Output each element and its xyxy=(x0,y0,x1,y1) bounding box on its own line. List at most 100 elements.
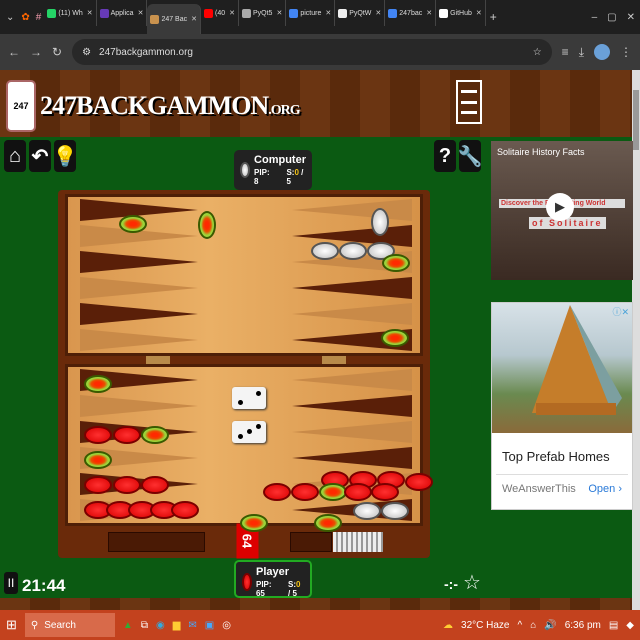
board-point[interactable] xyxy=(292,199,412,221)
ad-choices-icon[interactable]: ⓘ✕ xyxy=(612,305,629,318)
display-ad[interactable]: ⓘ✕ Top Prefab Homes WeAnswerThis Open › xyxy=(491,302,633,510)
white-checker[interactable] xyxy=(353,502,381,520)
mail-icon[interactable]: ✉ xyxy=(188,620,196,631)
close-tab-icon[interactable]: ✕ xyxy=(476,9,482,17)
profile-avatar[interactable] xyxy=(594,44,610,60)
close-tab-icon[interactable]: ✕ xyxy=(87,9,93,17)
browser-tab[interactable]: PyQt5 ✕ xyxy=(239,0,287,26)
browser-menu-icon[interactable]: ⋮ xyxy=(620,45,632,59)
board-point[interactable] xyxy=(292,369,412,391)
red-checker[interactable] xyxy=(113,426,141,444)
close-window-button[interactable]: ✕ xyxy=(622,12,640,23)
close-tab-icon[interactable]: ✕ xyxy=(325,9,331,17)
video-ad[interactable]: Solitaire History Facts Discover the Fas… xyxy=(491,141,633,280)
board-point[interactable] xyxy=(80,329,198,351)
clock[interactable]: 6:36 pm xyxy=(565,620,601,631)
weather-text[interactable]: 32°C Haze xyxy=(461,620,509,631)
computer-bear-off-tray[interactable] xyxy=(290,532,332,552)
red-checker[interactable] xyxy=(405,473,433,491)
pinned-tab[interactable]: # xyxy=(33,12,45,23)
red-checker[interactable] xyxy=(344,483,372,501)
back-icon[interactable]: ← xyxy=(8,45,20,59)
reading-list-icon[interactable]: ≡ xyxy=(562,45,569,59)
browser-tab[interactable]: (11) Wh ✕ xyxy=(44,0,97,26)
hamburger-menu-button[interactable] xyxy=(456,80,482,124)
play-icon[interactable]: ▶ xyxy=(546,193,574,221)
close-tab-icon[interactable]: ✕ xyxy=(229,9,235,17)
red-checker[interactable] xyxy=(113,476,141,494)
new-tab-button[interactable]: + xyxy=(486,10,501,24)
highlighted-red-checker[interactable] xyxy=(319,483,347,501)
task-view-icon[interactable]: ⧉ xyxy=(141,620,148,631)
red-checker[interactable] xyxy=(263,483,291,501)
board-point[interactable] xyxy=(80,277,198,299)
browser-tab[interactable]: picture ✕ xyxy=(286,0,336,26)
undo-button[interactable]: ↶ xyxy=(29,140,51,172)
ad-open-button[interactable]: Open › xyxy=(588,483,622,495)
close-tab-icon[interactable]: ✕ xyxy=(276,9,282,17)
pinned-tab[interactable]: ✿ xyxy=(18,12,32,23)
favorite-star-icon[interactable]: ☆ xyxy=(463,570,481,595)
close-tab-icon[interactable]: ✕ xyxy=(375,9,381,17)
die-1[interactable] xyxy=(232,387,266,409)
highlighted-red-checker[interactable] xyxy=(84,451,112,469)
browser-tab[interactable]: 247bac ✕ xyxy=(385,0,437,26)
minimize-button[interactable]: – xyxy=(587,12,603,23)
url-input[interactable]: ⚙ 247backgammon.org ☆ xyxy=(72,39,552,65)
hint-lightbulb-button[interactable]: 💡 xyxy=(53,140,77,172)
forward-icon[interactable]: → xyxy=(30,45,42,59)
widget-icon[interactable]: ▲ xyxy=(123,620,133,631)
fullscreen-toggle-icon[interactable]: -:- xyxy=(444,576,458,592)
white-checker[interactable] xyxy=(339,242,367,260)
close-tab-icon[interactable]: ✕ xyxy=(138,9,144,17)
page-scrollbar[interactable] xyxy=(632,70,640,610)
highlighted-red-checker[interactable] xyxy=(381,329,409,347)
notification-icon[interactable]: ▤ xyxy=(609,620,618,631)
red-checker[interactable] xyxy=(291,483,319,501)
board-point[interactable] xyxy=(292,421,412,443)
red-checker[interactable] xyxy=(171,501,199,519)
white-checker[interactable] xyxy=(371,208,389,236)
close-tab-icon[interactable]: ✕ xyxy=(426,9,432,17)
tray-chevron-icon[interactable]: ^ xyxy=(518,620,523,631)
browser-tab[interactable]: GitHub ✕ xyxy=(436,0,486,26)
chrome-icon[interactable]: ◎ xyxy=(222,620,231,631)
tab-search-button[interactable]: ⌄ xyxy=(2,12,18,23)
board-point[interactable] xyxy=(80,303,198,325)
remote-desktop-icon[interactable]: ▣ xyxy=(205,620,214,631)
home-button[interactable]: ⌂ xyxy=(4,140,26,172)
red-checker[interactable] xyxy=(371,483,399,501)
copilot-icon[interactable]: ◆ xyxy=(626,620,634,631)
highlighted-red-checker[interactable] xyxy=(382,254,410,272)
player-bear-off-tray[interactable] xyxy=(108,532,205,552)
red-checker[interactable] xyxy=(141,476,169,494)
die-2[interactable] xyxy=(232,421,266,443)
site-info-icon[interactable]: ⚙ xyxy=(82,47,91,58)
browser-tab[interactable]: Applica ✕ xyxy=(97,0,148,26)
highlighted-red-checker[interactable] xyxy=(141,426,169,444)
highlighted-red-checker[interactable] xyxy=(314,514,342,532)
pause-button[interactable]: II xyxy=(4,572,18,594)
white-checker[interactable] xyxy=(311,242,339,260)
browser-tab[interactable]: (40 ✕ xyxy=(201,0,239,26)
highlighted-red-checker[interactable] xyxy=(119,215,147,233)
browser-tab[interactable]: PyQtW ✕ xyxy=(335,0,386,26)
close-tab-icon[interactable]: ✕ xyxy=(191,15,197,23)
highlighted-red-checker[interactable] xyxy=(240,514,268,532)
board-point[interactable] xyxy=(80,395,198,417)
windows-start-icon[interactable]: ⊞ xyxy=(6,617,17,633)
board-point[interactable] xyxy=(292,447,412,469)
highlighted-red-checker[interactable] xyxy=(84,375,112,393)
settings-wrench-button[interactable]: 🔧 xyxy=(458,140,482,172)
highlighted-red-checker[interactable] xyxy=(198,211,216,239)
board-point[interactable] xyxy=(80,251,198,273)
file-explorer-icon[interactable]: ▆ xyxy=(173,620,181,631)
reload-icon[interactable]: ↻ xyxy=(52,45,62,59)
board-point[interactable] xyxy=(292,303,412,325)
help-button[interactable]: ? xyxy=(434,140,456,172)
red-checker[interactable] xyxy=(84,426,112,444)
network-icon[interactable]: ⌂ xyxy=(530,620,536,631)
edge-icon[interactable]: ◉ xyxy=(156,620,165,631)
board-point[interactable] xyxy=(292,395,412,417)
white-checker[interactable] xyxy=(381,502,409,520)
